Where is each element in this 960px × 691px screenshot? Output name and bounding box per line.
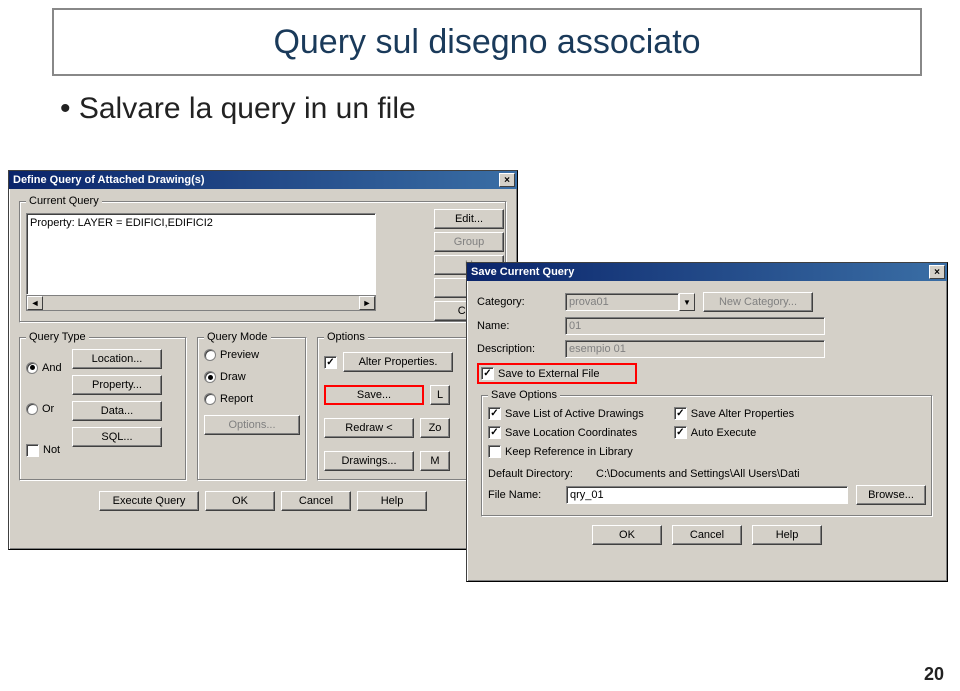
category-combobox[interactable]: prova01 bbox=[565, 293, 679, 311]
query-mode-group: Query Mode Preview Draw Report Options..… bbox=[197, 331, 307, 481]
group-button[interactable]: Group bbox=[434, 232, 504, 252]
property-line: Property: LAYER = EDIFICI,EDIFICI2 bbox=[30, 217, 213, 229]
drawings-button[interactable]: Drawings... bbox=[324, 451, 414, 471]
save-options-legend: Save Options bbox=[488, 389, 560, 401]
name-label: Name: bbox=[477, 320, 557, 332]
page-title: Query sul disegno associato bbox=[52, 8, 922, 76]
save-coords-checkbox[interactable]: ✓Save Location Coordinates bbox=[488, 426, 644, 439]
query-type-legend: Query Type bbox=[26, 331, 89, 343]
alter-checkbox[interactable]: ✓ bbox=[324, 356, 337, 369]
mode-options-button[interactable]: Options... bbox=[204, 415, 300, 435]
description-input[interactable]: esempio 01 bbox=[565, 340, 825, 358]
draw-radio[interactable]: Draw bbox=[204, 371, 300, 383]
save-current-query-dialog: Save Current Query × Category: prova01 ▼… bbox=[466, 262, 948, 582]
category-label: Category: bbox=[477, 296, 557, 308]
more-button[interactable]: M bbox=[420, 451, 450, 471]
filename-label: File Name: bbox=[488, 489, 558, 501]
close-icon[interactable]: × bbox=[929, 265, 945, 279]
auto-execute-checkbox[interactable]: ✓Auto Execute bbox=[674, 426, 794, 439]
alter-properties-button[interactable]: Alter Properties. bbox=[343, 352, 453, 372]
save-list-checkbox[interactable]: ✓Save List of Active Drawings bbox=[488, 407, 644, 420]
sql-button[interactable]: SQL... bbox=[72, 427, 162, 447]
preview-radio[interactable]: Preview bbox=[204, 349, 300, 361]
description-label: Description: bbox=[477, 343, 557, 355]
listbox-scrollbar[interactable]: ◄ ► bbox=[26, 295, 376, 311]
new-category-button[interactable]: New Category... bbox=[703, 292, 813, 312]
current-query-legend: Current Query bbox=[26, 195, 102, 207]
ok-button[interactable]: OK bbox=[592, 525, 662, 545]
scroll-right-icon[interactable]: ► bbox=[359, 296, 375, 310]
save-external-file-checkbox[interactable]: ✓ Save to External File bbox=[481, 367, 600, 380]
load-button[interactable]: L bbox=[430, 385, 450, 405]
current-query-group: Current Query Property: LAYER = EDIFICI,… bbox=[19, 195, 507, 323]
page-title-text: Query sul disegno associato bbox=[273, 23, 700, 62]
browse-button[interactable]: Browse... bbox=[856, 485, 926, 505]
help-button[interactable]: Help bbox=[752, 525, 822, 545]
dlg1-title-text: Define Query of Attached Drawing(s) bbox=[13, 174, 499, 186]
data-button[interactable]: Data... bbox=[72, 401, 162, 421]
and-radio[interactable]: And bbox=[26, 362, 66, 374]
dlg2-titlebar[interactable]: Save Current Query × bbox=[467, 263, 947, 281]
keep-ref-checkbox[interactable]: Keep Reference in Library bbox=[488, 445, 644, 458]
not-checkbox[interactable]: Not bbox=[26, 444, 66, 457]
save-options-group: Save Options ✓Save List of Active Drawin… bbox=[481, 389, 933, 517]
cancel-button[interactable]: Cancel bbox=[281, 491, 351, 511]
save-button[interactable]: Save... bbox=[324, 385, 424, 405]
report-radio[interactable]: Report bbox=[204, 393, 300, 405]
dlg2-title-text: Save Current Query bbox=[471, 266, 929, 278]
or-radio[interactable]: Or bbox=[26, 403, 66, 415]
current-query-listbox[interactable]: Property: LAYER = EDIFICI,EDIFICI2 bbox=[26, 213, 376, 295]
filename-input[interactable]: qry_01 bbox=[566, 486, 848, 504]
location-button[interactable]: Location... bbox=[72, 349, 162, 369]
query-type-group: Query Type And Or Not Location... Proper… bbox=[19, 331, 187, 481]
zoom-button[interactable]: Zo bbox=[420, 418, 450, 438]
ok-button[interactable]: OK bbox=[205, 491, 275, 511]
redraw-button[interactable]: Redraw < bbox=[324, 418, 414, 438]
chevron-down-icon[interactable]: ▼ bbox=[679, 293, 695, 311]
define-query-dialog: Define Query of Attached Drawing(s) × Cu… bbox=[8, 170, 518, 550]
default-dir-value: C:\Documents and Settings\All Users\Dati bbox=[596, 468, 926, 480]
execute-query-button[interactable]: Execute Query bbox=[99, 491, 199, 511]
save-alter-checkbox[interactable]: ✓Save Alter Properties bbox=[674, 407, 794, 420]
options-legend: Options bbox=[324, 331, 368, 343]
query-mode-legend: Query Mode bbox=[204, 331, 271, 343]
page-number: 20 bbox=[924, 664, 944, 685]
bullet-item: Salvare la query in un file bbox=[60, 92, 416, 126]
help-button[interactable]: Help bbox=[357, 491, 427, 511]
property-button[interactable]: Property... bbox=[72, 375, 162, 395]
default-dir-label: Default Directory: bbox=[488, 468, 588, 480]
name-input[interactable]: 01 bbox=[565, 317, 825, 335]
cancel-button[interactable]: Cancel bbox=[672, 525, 742, 545]
edit-button[interactable]: Edit... bbox=[434, 209, 504, 229]
dlg1-titlebar[interactable]: Define Query of Attached Drawing(s) × bbox=[9, 171, 517, 189]
bullet-text: Salvare la query in un file bbox=[79, 92, 416, 125]
close-icon[interactable]: × bbox=[499, 173, 515, 187]
scroll-left-icon[interactable]: ◄ bbox=[27, 296, 43, 310]
